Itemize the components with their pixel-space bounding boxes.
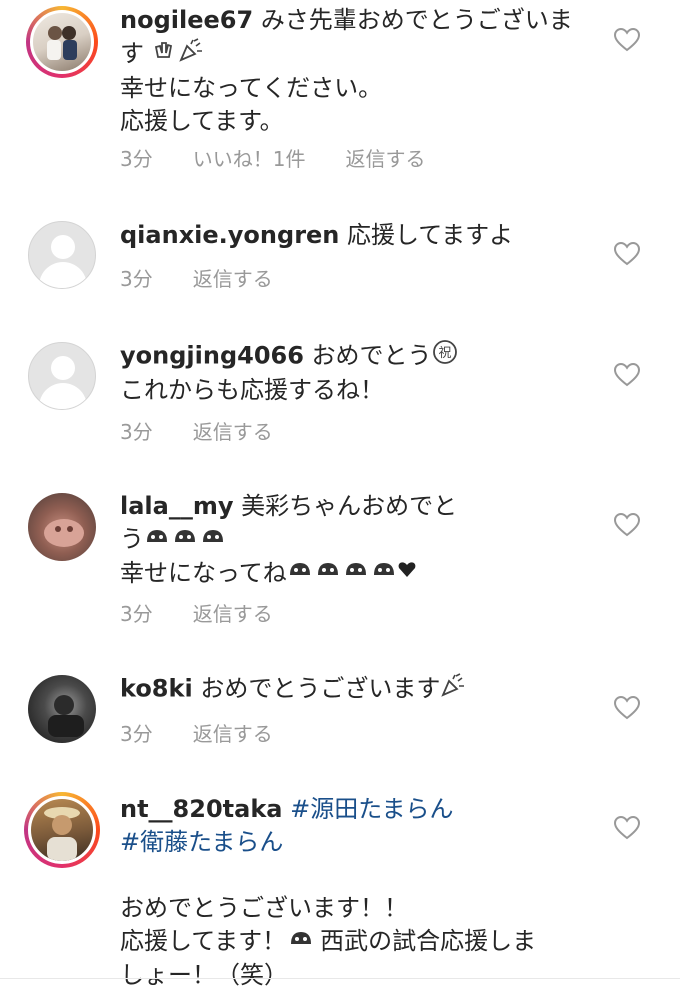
- avatar-photo: [44, 807, 80, 861]
- comment-line: 幸せになってください。: [120, 74, 383, 102]
- comment-username[interactable]: yongjing4066: [120, 342, 304, 370]
- comment-line: しょー！（笑）: [120, 960, 288, 989]
- robot-face-emoji-icon: [286, 926, 320, 959]
- comment-username[interactable]: qianxie.yongren: [120, 221, 339, 249]
- comment-text: nogilee67 みさ先輩おめでとうございま す 幸せになってください。 応援…: [120, 4, 600, 138]
- avatar[interactable]: [28, 221, 96, 289]
- likes-count-button[interactable]: いいね！1件: [193, 147, 306, 171]
- comment-text: ko8ki おめでとうございます: [120, 672, 600, 707]
- avatar-photo: [47, 26, 77, 60]
- comment-text: yongjing4066 おめでとう祝 これからも応援するね！: [120, 339, 600, 407]
- avatar[interactable]: [24, 792, 100, 868]
- hashtag-link[interactable]: #衛藤たまらん: [120, 828, 283, 856]
- comment-line: 応援してます。: [120, 107, 284, 135]
- avatar[interactable]: [26, 6, 98, 78]
- hashtag-link[interactable]: #源田たまらん: [290, 795, 453, 823]
- comment-line: おめでとうございます: [200, 674, 441, 703]
- reply-button[interactable]: 返信する: [193, 420, 273, 444]
- comment-line: おめでとうございます！！: [120, 894, 408, 922]
- comment-text: qianxie.yongren 応援してますよ: [120, 219, 600, 252]
- comment-time: 3分: [120, 267, 153, 291]
- comment-time: 3分: [120, 147, 153, 171]
- comment-line: 応援してますよ: [347, 221, 514, 249]
- avatar-photo: [44, 519, 84, 547]
- comment-meta: 3分 返信する: [120, 718, 313, 747]
- comment-time: 3分: [120, 722, 153, 746]
- comment-text: lala__my 美彩ちゃんおめでと う 幸せになってね: [120, 490, 600, 590]
- reply-button[interactable]: 返信する: [193, 602, 273, 626]
- party-popper-emoji-icon: [178, 37, 204, 72]
- comment-meta: 3分 いいね！1件 返信する: [120, 143, 465, 172]
- comment-line: 西武の試合応援しま: [320, 927, 537, 955]
- svg-text:祝: 祝: [438, 346, 451, 361]
- comment-time: 3分: [120, 602, 153, 626]
- like-heart-icon[interactable]: [614, 816, 640, 840]
- party-popper-emoji-icon: [440, 672, 466, 707]
- comment-username[interactable]: nt__820taka: [120, 795, 282, 823]
- reply-button[interactable]: 返信する: [193, 267, 273, 291]
- divider: [0, 978, 680, 979]
- like-heart-icon[interactable]: [614, 513, 640, 537]
- comment-text: nt__820taka #源田たまらん #衛藤たまらん おめでとうございます！！…: [120, 793, 600, 992]
- celebration-kanji-emoji-icon: 祝: [432, 339, 458, 374]
- avatar[interactable]: [28, 675, 96, 743]
- comment-meta: 3分 返信する: [120, 263, 313, 292]
- comment-line: おめでとう: [311, 341, 432, 370]
- comment-time: 3分: [120, 420, 153, 444]
- like-heart-icon[interactable]: [614, 28, 640, 52]
- comment-line: みさ先輩おめでとうございま: [260, 6, 573, 34]
- comment-meta: 3分 返信する: [120, 416, 313, 445]
- comment-meta: 3分 返信する: [120, 598, 313, 627]
- comment-line: 応援してます！: [120, 927, 287, 955]
- comment-username[interactable]: lala__my: [120, 492, 234, 520]
- like-heart-icon[interactable]: [614, 242, 640, 266]
- comment-username[interactable]: nogilee67: [120, 6, 253, 34]
- comment-username[interactable]: ko8ki: [120, 675, 193, 703]
- avatar[interactable]: [28, 493, 96, 561]
- comment-line: 幸せになってね: [120, 558, 287, 587]
- robot-face-emoji-icon: [287, 557, 431, 590]
- comment-line: 美彩ちゃんおめでと: [241, 492, 458, 520]
- robot-face-emoji-icon: [144, 524, 228, 557]
- reply-button[interactable]: 返信する: [345, 147, 425, 171]
- reply-button[interactable]: 返信する: [193, 722, 273, 746]
- like-heart-icon[interactable]: [614, 696, 640, 720]
- comment-line: す: [120, 39, 144, 68]
- comment-line: これからも応援するね！: [120, 376, 384, 404]
- like-heart-icon[interactable]: [614, 363, 640, 387]
- clapping-hands-emoji-icon: [152, 37, 178, 72]
- avatar[interactable]: [28, 342, 96, 410]
- avatar-photo: [48, 695, 84, 737]
- comment-line: う: [120, 525, 144, 553]
